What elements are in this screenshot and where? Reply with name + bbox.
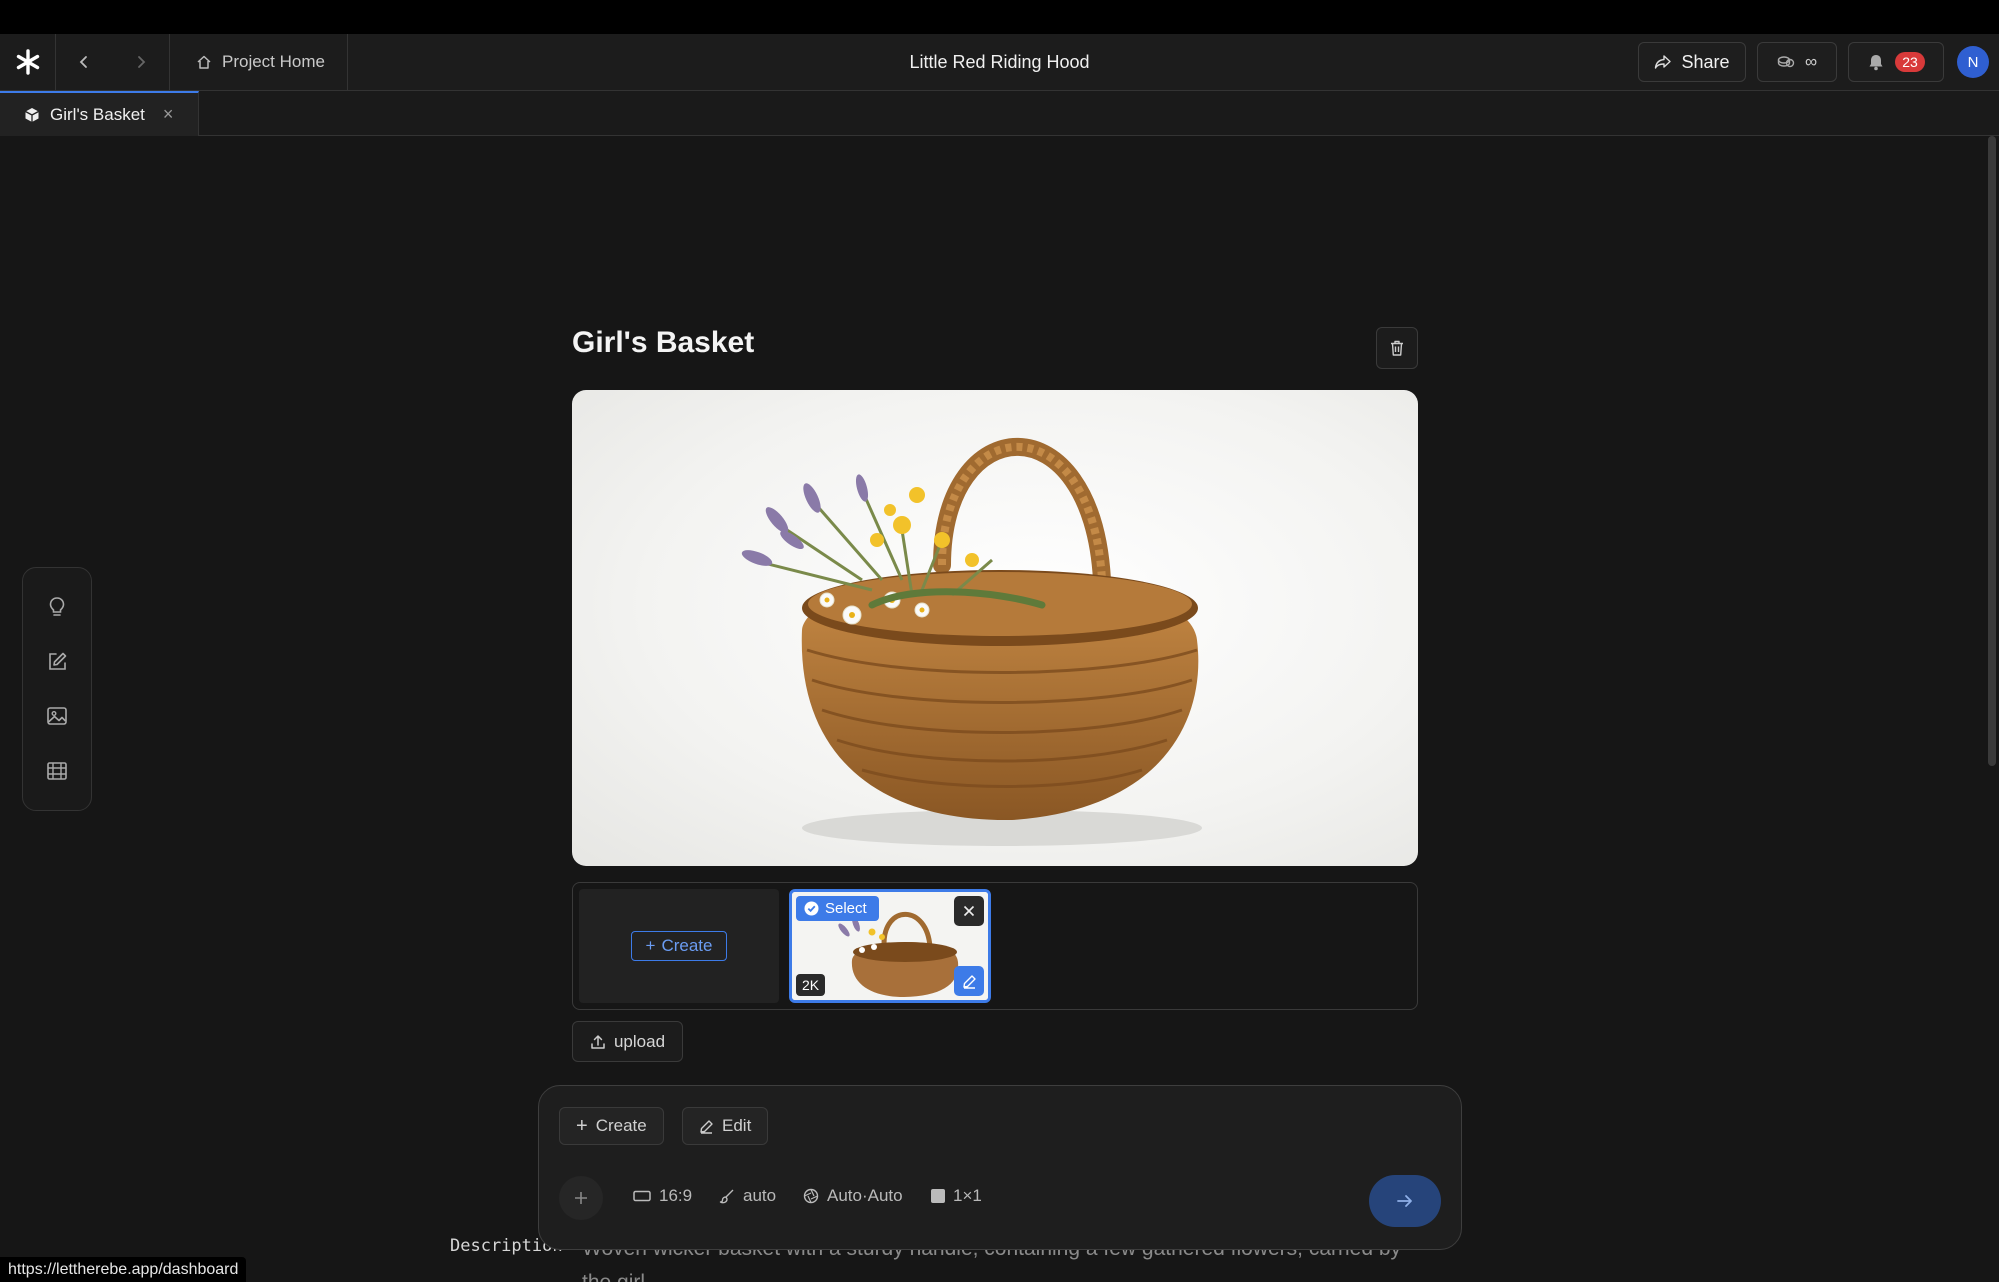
user-avatar[interactable]: N — [1957, 46, 1989, 78]
chevron-right-icon — [138, 56, 146, 68]
create-variant-slot: + Create — [579, 889, 779, 1003]
credits-button[interactable]: ∞ — [1757, 42, 1837, 82]
model-value: Auto·Auto — [827, 1186, 903, 1205]
check-circle-icon — [804, 901, 819, 916]
share-button[interactable]: Share — [1638, 42, 1746, 82]
package-icon — [25, 107, 39, 122]
plus-icon: + — [576, 1114, 588, 1137]
add-attachment-button[interactable] — [559, 1176, 603, 1220]
aspect-ratio-selector[interactable]: 16:9 — [633, 1186, 692, 1206]
create-variant-button[interactable]: + Create — [630, 931, 728, 961]
app-logo[interactable] — [0, 34, 56, 90]
tab-bar: Girl's Basket × — [0, 91, 1999, 136]
idea-tool-button[interactable] — [37, 587, 77, 627]
variant-thumbnail[interactable]: Select 2K — [789, 889, 991, 1003]
bell-icon — [1869, 55, 1883, 71]
select-variant-button[interactable]: Select — [796, 896, 879, 921]
plus-icon: + — [645, 936, 656, 955]
wicker-basket-image — [741, 438, 1202, 846]
style-selector[interactable]: auto — [719, 1186, 776, 1206]
notification-count-badge: 23 — [1895, 52, 1925, 72]
prompt-composer: + Create Edit 16:9 auto Auto·Auto 1×1 — [538, 1085, 1462, 1250]
link-status-url: https://lettherebe.app/dashboard — [0, 1257, 247, 1282]
page-scrollbar[interactable] — [1988, 136, 1996, 766]
remove-variant-button[interactable] — [954, 896, 984, 926]
output-count-selector[interactable]: 1×1 — [931, 1186, 982, 1206]
plus-icon — [575, 1192, 587, 1204]
image-tool-button[interactable] — [37, 696, 77, 736]
mode-edit-label: Edit — [722, 1116, 752, 1135]
aspect-ratio-value: 16:9 — [659, 1186, 693, 1205]
output-count-value: 1×1 — [953, 1186, 982, 1205]
aperture-icon — [803, 1188, 819, 1204]
film-icon — [47, 761, 67, 780]
pencil-icon — [700, 1119, 713, 1134]
project-home-label: Project Home — [222, 52, 325, 71]
aspect-ratio-icon — [633, 1190, 651, 1202]
asset-title: Girl's Basket — [572, 326, 755, 359]
select-label: Select — [825, 900, 867, 917]
mode-create-label: Create — [595, 1116, 647, 1135]
style-value: auto — [743, 1186, 777, 1205]
tab-girls-basket[interactable]: Girl's Basket × — [0, 91, 199, 136]
delete-asset-button[interactable] — [1376, 327, 1418, 369]
create-variant-label: Create — [661, 936, 713, 955]
edit-square-icon — [49, 652, 67, 670]
edit-tool-button[interactable] — [37, 642, 77, 682]
credits-value: ∞ — [1804, 52, 1818, 71]
close-icon — [963, 905, 975, 917]
project-home-link[interactable]: Project Home — [169, 34, 348, 90]
arrow-right-icon — [1397, 1195, 1412, 1207]
grid-square-icon — [931, 1189, 945, 1203]
tab-label: Girl's Basket — [50, 104, 145, 124]
edit-variant-button[interactable] — [954, 966, 984, 996]
pencil-icon — [962, 974, 976, 989]
window-top-strip — [0, 0, 1999, 34]
variant-strip: + Create Select 2K — [572, 882, 1418, 1010]
resolution-badge: 2K — [796, 974, 826, 996]
back-button[interactable] — [56, 34, 112, 90]
upload-button[interactable]: upload — [572, 1021, 683, 1062]
mode-edit-button[interactable]: Edit — [682, 1107, 769, 1145]
close-icon[interactable]: × — [163, 104, 174, 125]
brush-icon — [719, 1189, 734, 1204]
coins-icon — [1777, 56, 1795, 68]
upload-icon — [591, 1034, 605, 1049]
asset-preview-image[interactable] — [572, 390, 1418, 866]
app-header: Project Home Little Red Riding Hood Shar… — [0, 34, 1999, 91]
generate-button[interactable] — [1369, 1175, 1441, 1227]
lightbulb-icon — [49, 597, 65, 617]
image-icon — [47, 707, 67, 726]
upload-label: upload — [613, 1031, 666, 1051]
asterisk-logo-icon — [16, 49, 39, 75]
forward-button[interactable] — [113, 34, 169, 90]
home-icon — [197, 55, 211, 69]
chevron-left-icon — [79, 56, 87, 68]
video-tool-button[interactable] — [37, 751, 77, 791]
tool-rail — [22, 567, 92, 811]
notifications-button[interactable]: 23 — [1848, 42, 1944, 82]
trash-icon — [1391, 340, 1403, 356]
mode-create-button[interactable]: + Create — [559, 1107, 664, 1145]
share-label: Share — [1681, 51, 1730, 72]
model-selector[interactable]: Auto·Auto — [803, 1186, 903, 1206]
share-arrow-icon — [1655, 55, 1672, 69]
